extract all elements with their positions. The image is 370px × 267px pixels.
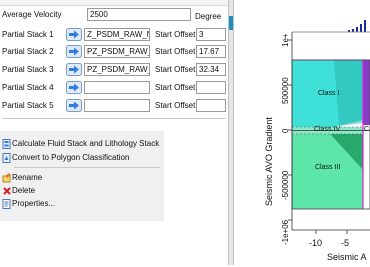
histogram	[348, 20, 366, 32]
y-tick-label: 1e+	[281, 33, 290, 47]
class-i-label: Class I	[318, 90, 340, 97]
context-menu: Calculate Fluid Stack and Lithology Stac…	[0, 131, 164, 221]
properties-icon	[2, 199, 12, 209]
dataset-field[interactable]: PZ_PSDM_RAW_FAR_D	[84, 63, 150, 76]
start-offset-label: Start Offset	[155, 83, 196, 92]
y-tick-label: 500000	[281, 77, 290, 104]
splitter-indicator	[229, 16, 233, 30]
start-offset-label: Start Offset	[155, 101, 196, 110]
top-strip	[0, 0, 228, 6]
start-offset-label: Start Offset	[155, 47, 196, 56]
menu-item-convert-polygon[interactable]: Convert to Polygon Classification	[0, 152, 164, 165]
start-offset-input[interactable]: 32.34	[196, 63, 226, 76]
delete-icon	[2, 186, 12, 196]
select-arrow-icon[interactable]	[66, 63, 82, 76]
dataset-field[interactable]	[84, 81, 150, 94]
x-tick-label: -10	[309, 238, 323, 248]
menu-item-properties[interactable]: Properties...	[0, 198, 164, 211]
partial-stack-label: Partial Stack 3	[2, 65, 54, 74]
menu-item-label: Calculate Fluid Stack and Lithology Stac…	[12, 139, 160, 148]
avg-velocity-label: Average Velocity	[2, 10, 62, 19]
y-tick-label: 0	[281, 128, 290, 133]
dataset-field[interactable]	[84, 99, 150, 112]
x-axis-ticks	[315, 230, 348, 234]
dataset-field[interactable]: PZ_PSDM_RAW_MID_D	[84, 45, 150, 58]
x-axis-title: Seismic A	[327, 252, 367, 262]
convert-icon	[2, 153, 12, 163]
start-offset-input[interactable]: 17.67	[196, 45, 226, 58]
select-arrow-icon[interactable]	[66, 28, 82, 41]
menu-item-label: Rename	[12, 173, 43, 182]
rename-icon	[2, 173, 12, 183]
calculate-icon	[2, 139, 12, 149]
menu-item-label: Convert to Polygon Classification	[12, 153, 130, 162]
y-axis-title: Seismic AVO Gradient	[264, 117, 274, 206]
select-arrow-icon[interactable]	[66, 45, 82, 58]
partial-stack-label: Partial Stack 4	[2, 83, 54, 92]
crossplot-panel: 1e+ 500000 0 -500000 -1e+06 Seismic AVO …	[234, 0, 370, 265]
degree-header: Degree	[195, 12, 222, 21]
class-iv-label: Class IV	[314, 126, 341, 133]
start-offset-label: Start Offset	[155, 30, 196, 39]
plot-region	[291, 59, 370, 210]
start-offset-input[interactable]	[196, 99, 226, 112]
menu-separator	[14, 167, 160, 168]
separator	[2, 118, 226, 119]
partial-stack-label: Partial Stack 1	[2, 30, 54, 39]
menu-item-label: Properties...	[12, 199, 56, 208]
menu-item-delete[interactable]: Delete	[0, 185, 164, 198]
purple-band	[363, 60, 370, 125]
menu-item-calculate-stack[interactable]: Calculate Fluid Stack and Lithology Stac…	[0, 138, 164, 151]
select-arrow-icon[interactable]	[66, 99, 82, 112]
select-arrow-icon[interactable]	[66, 81, 82, 94]
start-offset-input[interactable]	[196, 81, 226, 94]
menu-item-label: Delete	[12, 186, 36, 195]
start-offset-input[interactable]: 3	[196, 28, 226, 41]
class-c-label: C	[364, 126, 370, 133]
menu-item-rename[interactable]: Rename	[0, 172, 164, 185]
x-tick-label: -5	[341, 238, 350, 248]
partial-stack-label: Partial Stack 5	[2, 101, 54, 110]
y-tick-label: -500000	[281, 170, 290, 200]
y-tick-label: -1e+06	[281, 219, 290, 245]
dataset-field[interactable]: Z_PSDM_RAW_NEAR_D	[84, 28, 150, 41]
avg-velocity-input[interactable]: 2500	[87, 8, 191, 21]
partial-stack-label: Partial Stack 2	[2, 47, 54, 56]
start-offset-label: Start Offset	[155, 65, 196, 74]
class-iii-label: Class III	[315, 164, 341, 171]
crossplot-canvas	[288, 20, 370, 234]
